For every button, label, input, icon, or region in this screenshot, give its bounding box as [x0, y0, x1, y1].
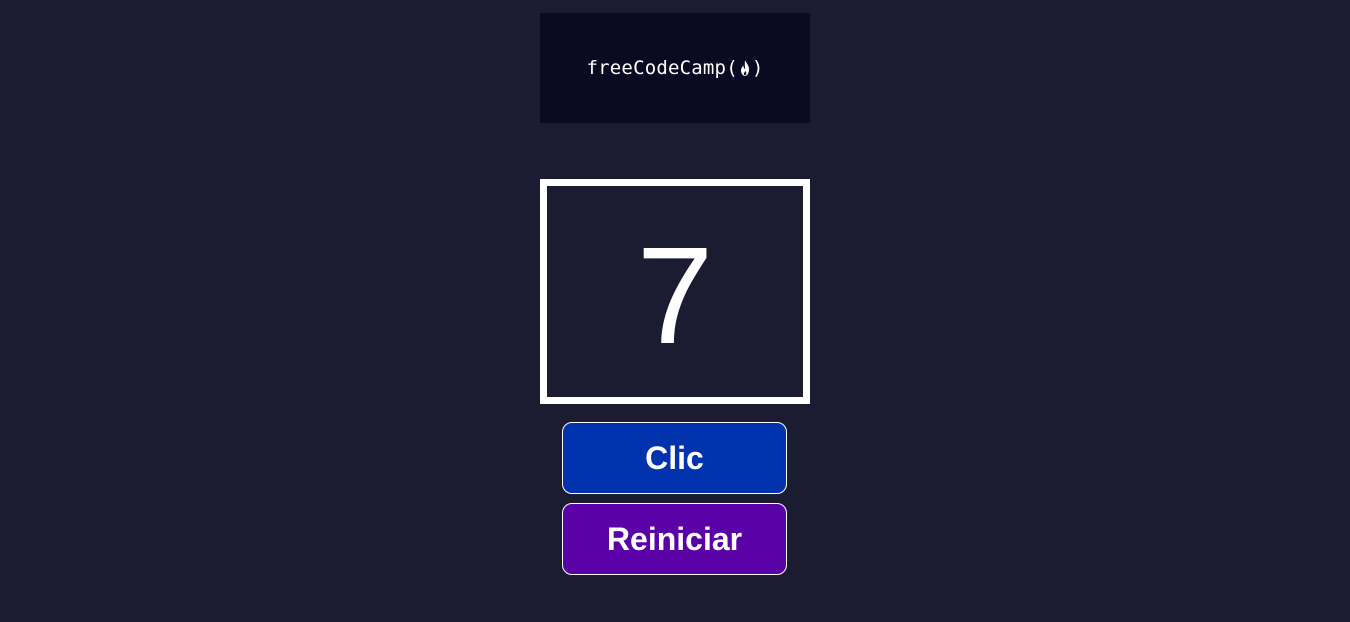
flame-icon	[740, 60, 749, 76]
logo-banner: freeCodeCamp( )	[540, 13, 810, 123]
logo: freeCodeCamp( )	[587, 57, 764, 79]
logo-close-paren: )	[751, 57, 764, 79]
counter-value: 7	[636, 218, 714, 373]
reset-button[interactable]: Reiniciar	[562, 503, 787, 575]
logo-open-paren: (	[726, 57, 738, 79]
click-button[interactable]: Clic	[562, 422, 787, 494]
logo-text: freeCodeCamp	[586, 57, 727, 79]
page: freeCodeCamp( ) 7 Clic Reiniciar	[0, 0, 1350, 622]
counter-display: 7	[540, 179, 810, 404]
